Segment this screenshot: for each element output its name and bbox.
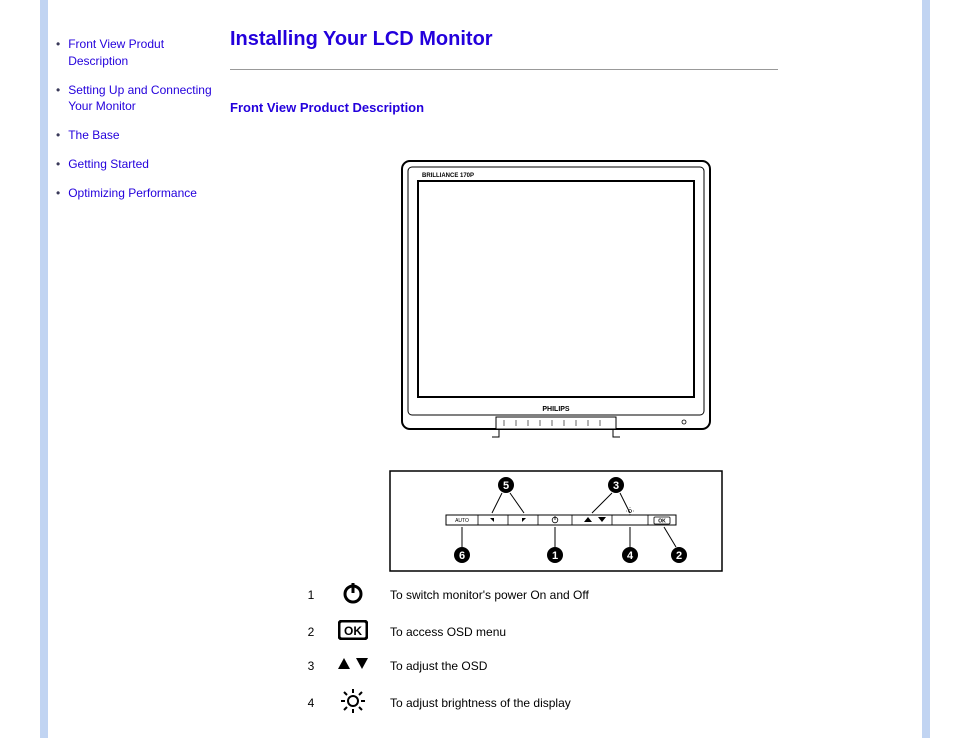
svg-text:5: 5: [503, 480, 509, 492]
section-heading: Front View Product Description: [230, 100, 882, 115]
svg-text:6: 6: [459, 550, 465, 562]
legend-row-3: 3 To adjust the OSD: [296, 649, 656, 682]
sidebar-link[interactable]: Setting Up and Connecting Your Monitor: [68, 82, 218, 116]
svg-text:1: 1: [552, 550, 558, 562]
svg-text:OK: OK: [658, 519, 666, 525]
svg-text:4: 4: [627, 550, 634, 562]
svg-text:2: 2: [676, 550, 682, 562]
legend-desc: To adjust the OSD: [380, 649, 656, 682]
legend-table: 1 To switch monitor's power On and Off 2…: [296, 575, 656, 723]
sidebar-link[interactable]: Optimizing Performance: [68, 185, 197, 202]
legend-desc: To adjust brightness of the display: [380, 682, 656, 723]
arrows-icon: [326, 649, 380, 682]
svg-text:PHILIPS: PHILIPS: [542, 406, 570, 413]
legend-table-wrap: 1 To switch monitor's power On and Off 2…: [296, 575, 656, 723]
page-title: Installing Your LCD Monitor: [230, 28, 882, 51]
power-icon: [326, 575, 380, 614]
monitor-illustration: BRILLIANCE 170P PHILIPS: [396, 155, 716, 445]
monitor-figure: BRILLIANCE 170P PHILIPS: [386, 155, 726, 445]
legend-desc: To access OSD menu: [380, 614, 656, 649]
sidebar-item-front-view[interactable]: Front View Produt Description: [56, 36, 218, 70]
sidebar-nav: Front View Produt Description Setting Up…: [48, 0, 226, 738]
right-margin: [922, 0, 954, 738]
main-content: Installing Your LCD Monitor Front View P…: [226, 0, 922, 738]
legend-desc: To switch monitor's power On and Off: [380, 575, 656, 614]
sidebar-item-setting-up[interactable]: Setting Up and Connecting Your Monitor: [56, 82, 218, 116]
sidebar-item-optimizing[interactable]: Optimizing Performance: [56, 185, 218, 202]
svg-text:3: 3: [613, 480, 619, 492]
sidebar-link[interactable]: The Base: [68, 127, 119, 144]
left-margin: [0, 0, 48, 738]
sidebar-item-getting-started[interactable]: Getting Started: [56, 156, 218, 173]
sidebar-link[interactable]: Getting Started: [68, 156, 149, 173]
legend-row-2: 2 OK To access OSD menu: [296, 614, 656, 649]
sidebar-item-base[interactable]: The Base: [56, 127, 218, 144]
panel-illustration: AUTO OK: [386, 467, 726, 575]
sidebar-link[interactable]: Front View Produt Description: [68, 36, 218, 70]
legend-num: 1: [296, 575, 326, 614]
legend-num: 2: [296, 614, 326, 649]
legend-num: 3: [296, 649, 326, 682]
ok-icon: OK: [326, 614, 380, 649]
svg-text:AUTO: AUTO: [455, 518, 469, 524]
legend-row-1: 1 To switch monitor's power On and Off: [296, 575, 656, 614]
svg-text:BRILLIANCE 170P: BRILLIANCE 170P: [422, 173, 474, 179]
legend-row-4: 4: [296, 682, 656, 723]
svg-text:OK: OK: [344, 624, 362, 638]
brightness-icon: [326, 682, 380, 723]
legend-num: 4: [296, 682, 326, 723]
panel-figure: AUTO OK: [386, 467, 726, 575]
divider: [230, 69, 778, 70]
